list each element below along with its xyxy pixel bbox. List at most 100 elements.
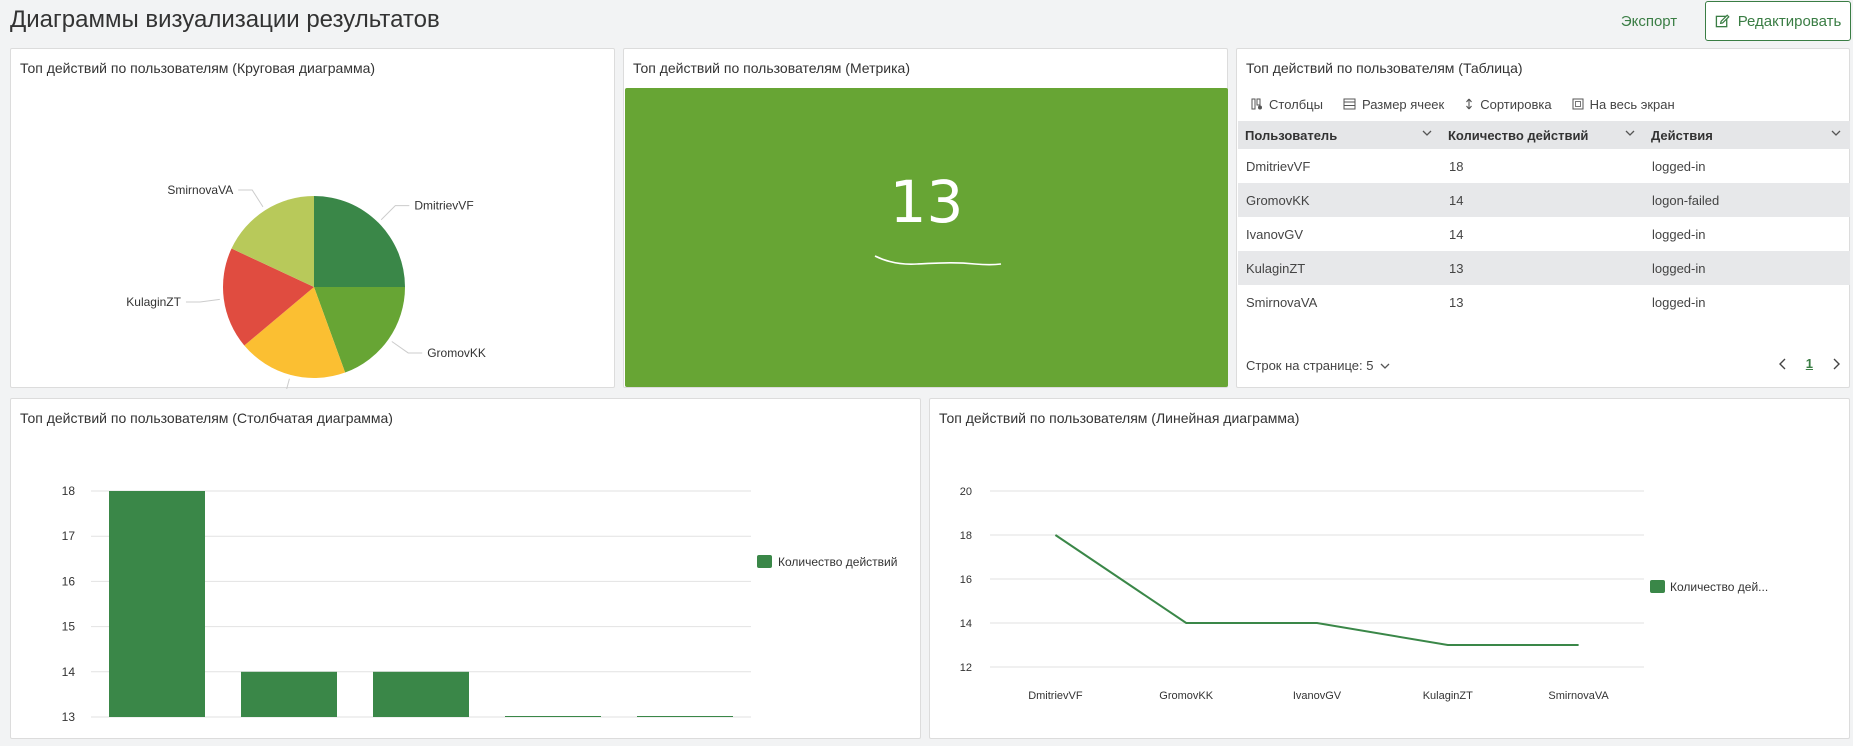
y-tick-label: 17 — [62, 529, 76, 543]
rows-per-page-select[interactable]: Строк на странице: 5 — [1246, 358, 1391, 373]
page-number-current[interactable]: 1 — [1806, 356, 1813, 371]
table-cell: 18 — [1449, 158, 1464, 174]
chevron-down-icon[interactable] — [1624, 127, 1636, 139]
data-table: Пользователь Количество действий Действи… — [1238, 121, 1850, 319]
legend-label: Количество действий — [778, 555, 897, 569]
column-header-user[interactable]: Пользователь — [1238, 121, 1441, 149]
export-button[interactable]: Экспорт — [1604, 2, 1694, 40]
bar-chart-panel: Топ действий по пользователям (Столбчата… — [10, 398, 921, 739]
column-header-count[interactable]: Количество действий — [1441, 121, 1644, 149]
legend-label: Количество дей... — [1670, 580, 1768, 594]
table-cell: 13 — [1449, 260, 1464, 276]
series-line — [1054, 534, 1579, 646]
table-cell: IvanovGV — [1246, 226, 1304, 242]
y-tick-label: 15 — [62, 620, 76, 634]
pie-chart-panel: Топ действий по пользователям (Круговая … — [10, 48, 615, 389]
table-cell: 14 — [1449, 226, 1464, 242]
column-header-label: Пользователь — [1245, 127, 1338, 143]
pie-label-leader — [238, 189, 264, 208]
edit-button-label: Редактировать — [1737, 12, 1842, 30]
chevron-down-icon — [1381, 363, 1390, 369]
x-tick-label: IvanovGV — [1293, 690, 1342, 702]
table-cell: logged-in — [1652, 158, 1706, 174]
y-tick-label: 13 — [62, 710, 76, 724]
table-cell: logged-in — [1652, 226, 1706, 242]
metric-tile: 13 — [625, 88, 1228, 387]
table-toolbar: Столбцы Размер ячеек Сортировка На весь … — [1251, 93, 1675, 115]
table-cell: logged-in — [1652, 294, 1706, 310]
pie-label-leader — [391, 341, 423, 354]
table-header: Пользователь Количество действий Действи… — [1238, 121, 1850, 149]
sort-label: Сортировка — [1480, 96, 1552, 112]
y-tick-label: 12 — [960, 662, 972, 674]
chevron-down-icon[interactable] — [1830, 127, 1842, 139]
cell-size-label: Размер ячеек — [1361, 96, 1445, 112]
pie-label-leader — [286, 378, 290, 389]
edit-icon — [1715, 13, 1730, 27]
bar — [109, 491, 205, 717]
table-row[interactable]: IvanovGV 14 logged-in — [1238, 217, 1850, 251]
chevron-left-icon[interactable] — [1778, 357, 1788, 371]
page-title: Диаграммы визуализации результатов — [10, 6, 440, 33]
bar — [637, 716, 733, 717]
panel-title: Топ действий по пользователям (Метрика) — [633, 60, 910, 76]
x-tick-label: KulaginZT — [1423, 690, 1473, 702]
rows-per-page-label: Строк на странице: 5 — [1246, 358, 1374, 373]
x-tick-label: DmitrievVF — [1028, 690, 1083, 702]
line-chart-panel: Топ действий по пользователям (Линейная … — [929, 398, 1850, 739]
pie-label: GromovKK — [427, 346, 486, 360]
y-tick-label: 18 — [62, 484, 76, 498]
table-cell: KulaginZT — [1246, 260, 1306, 276]
table-panel: Топ действий по пользователям (Таблица) … — [1236, 48, 1850, 388]
y-tick-label: 14 — [960, 618, 972, 630]
metric-squiggle-decoration — [874, 255, 1002, 266]
y-tick-label: 18 — [960, 530, 972, 542]
columns-button[interactable]: Столбцы — [1251, 97, 1323, 112]
column-header-actions[interactable]: Действия — [1644, 121, 1850, 149]
column-header-label: Действия — [1651, 127, 1713, 143]
legend-swatch — [1650, 580, 1665, 593]
fullscreen-label: На весь экран — [1589, 96, 1675, 112]
pagination: 1 — [1778, 356, 1841, 371]
table-cell: 13 — [1449, 294, 1464, 310]
panel-title: Топ действий по пользователям (Таблица) — [1246, 60, 1523, 76]
table-row[interactable]: GromovKK 14 logon-failed — [1238, 183, 1850, 217]
x-tick-label: GromovKK — [1159, 690, 1213, 702]
pie-label: SmirnovaVA — [167, 183, 233, 197]
table-row[interactable]: SmirnovaVA 13 logged-in — [1238, 285, 1850, 319]
y-tick-label: 14 — [62, 665, 76, 679]
cell-size-button[interactable]: Размер ячеек — [1343, 97, 1444, 112]
bar — [241, 671, 337, 717]
bar-chart: 131415161718DmitrievVFGromovKKIvanovGVKu… — [62, 484, 898, 724]
columns-icon — [1251, 98, 1262, 110]
metric-panel: Топ действий по пользователям (Метрика) … — [623, 48, 1228, 388]
columns-label: Столбцы — [1269, 96, 1323, 112]
sort-icon — [1466, 98, 1473, 110]
chevron-down-icon[interactable] — [1421, 127, 1433, 139]
table-cell: SmirnovaVA — [1246, 294, 1318, 310]
pie-label-leader — [185, 298, 220, 303]
panel-title: Топ действий по пользователям (Круговая … — [20, 60, 376, 76]
pie-label: KulaginZT — [126, 295, 181, 309]
bar — [505, 716, 601, 717]
panel-title: Топ действий по пользователям (Столбчата… — [20, 410, 393, 426]
table-cell: DmitrievVF — [1246, 158, 1311, 174]
fullscreen-icon — [1572, 98, 1584, 110]
pie-label-leader — [380, 205, 410, 221]
table-row[interactable]: KulaginZT 13 logged-in — [1238, 251, 1850, 285]
pie-label: DmitrievVF — [414, 199, 473, 213]
chevron-right-icon[interactable] — [1831, 357, 1841, 371]
panel-title: Топ действий по пользователям (Линейная … — [939, 410, 1300, 426]
edit-button[interactable]: Редактировать — [1705, 1, 1851, 41]
fullscreen-button[interactable]: На весь экран — [1572, 97, 1675, 112]
y-tick-label: 16 — [960, 574, 972, 586]
table-cell: GromovKK — [1246, 192, 1310, 208]
table-cell: logged-in — [1652, 260, 1706, 276]
line-chart: 12 14 16 18 20 DmitrievVF GromovKK IvanovGV Kula… — [960, 486, 1768, 702]
bar — [373, 671, 469, 717]
table-cell: 14 — [1449, 192, 1464, 208]
table-row[interactable]: DmitrievVF 18 logged-in — [1238, 149, 1850, 183]
y-tick-label: 16 — [62, 574, 76, 588]
sort-button[interactable]: Сортировка — [1464, 96, 1552, 112]
y-tick-label: 20 — [960, 486, 972, 498]
